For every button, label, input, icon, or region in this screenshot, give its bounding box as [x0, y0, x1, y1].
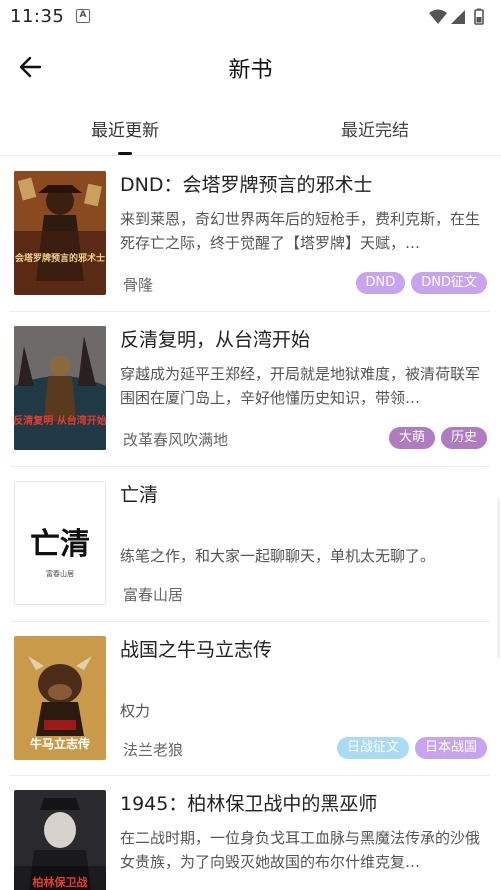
- book-author: 富春山居: [123, 586, 184, 604]
- status-time: 11:35: [10, 6, 65, 27]
- tab-label: 最近更新: [91, 121, 159, 141]
- book-list[interactable]: 会塔罗牌预言的邪术士 DND：会塔罗牌预言的邪术士 来到莱恩，奇幻世界两年后的短…: [0, 156, 501, 890]
- tag-badge[interactable]: 日战征文: [336, 737, 409, 759]
- tab-recent-updates[interactable]: 最近更新: [0, 100, 250, 156]
- scrollbar[interactable]: [497, 498, 500, 658]
- tag-badge[interactable]: DND: [355, 272, 406, 294]
- book-description: 来到莱恩，奇幻世界两年后的短枪手，费利克斯，在生死存亡之际，终于觉醒了【塔罗牌】…: [120, 210, 481, 252]
- tab-bar: 最近更新 最近完结: [0, 100, 501, 156]
- book-author: 改革春风吹满地: [123, 431, 229, 449]
- tag-badge[interactable]: DND征文: [411, 272, 487, 294]
- book-cover: 反清复明 从台湾开始: [14, 326, 106, 450]
- tag-badge[interactable]: 大萌: [388, 427, 435, 449]
- book-cover: 亡清 富春山居: [14, 481, 106, 605]
- tag-badge[interactable]: 历史: [440, 427, 487, 449]
- book-title: DND：会塔罗牌预言的邪术士: [120, 174, 373, 196]
- book-item[interactable]: 反清复明 从台湾开始 反清复明，从台湾开始 穿越成为延平王郑经，开局就是地狱难度…: [0, 311, 501, 466]
- book-tags: DND DND征文: [355, 272, 487, 294]
- book-cover: 牛马立志传: [14, 636, 106, 760]
- tab-recently-completed[interactable]: 最近完结: [250, 100, 500, 156]
- book-item[interactable]: 牛马立志传 战国之牛马立志传 权力 法兰老狼 日战征文 日本战国: [0, 621, 501, 776]
- app-bar: 新书: [0, 34, 501, 100]
- notification-icon: A: [76, 9, 90, 23]
- book-item[interactable]: 会塔罗牌预言的邪术士 DND：会塔罗牌预言的邪术士 来到莱恩，奇幻世界两年后的短…: [0, 156, 501, 311]
- svg-text:富春山居: 富春山居: [46, 569, 74, 578]
- book-tags: 日战征文 日本战国: [336, 737, 487, 759]
- book-description: 穿越成为延平王郑经，开局就是地狱难度，被清荷联军围困在厦门岛上，辛好他懂历史知识…: [120, 365, 481, 407]
- tag-badge[interactable]: 日本战国: [414, 737, 487, 759]
- book-title: 亡清: [120, 484, 159, 506]
- book-title: 反清复明，从台湾开始: [120, 329, 311, 351]
- book-cover: 柏林保卫战: [14, 790, 106, 890]
- battery-icon: [474, 8, 484, 25]
- book-item[interactable]: 亡清 富春山居 亡清 练笔之作，和大家一起聊聊天，单机太无聊了。 富春山居: [0, 466, 501, 621]
- status-bar: 11:35 A: [0, 0, 501, 34]
- signal-icon: [451, 10, 465, 24]
- svg-text:反清复明 从台湾开始: 反清复明 从台湾开始: [14, 414, 106, 427]
- book-cover: 会塔罗牌预言的邪术士: [14, 171, 106, 295]
- book-author: 法兰老狼: [123, 741, 184, 759]
- svg-text:会塔罗牌预言的邪术士: 会塔罗牌预言的邪术士: [15, 252, 105, 264]
- book-description: 权力: [120, 702, 151, 720]
- status-icons: [429, 8, 484, 25]
- tab-label: 最近完结: [341, 121, 409, 141]
- book-description: 练笔之作，和大家一起聊聊天，单机太无聊了。: [120, 547, 436, 565]
- svg-text:亡清: 亡清: [30, 527, 90, 562]
- book-title: 战国之牛马立志传: [120, 639, 273, 661]
- page-title: 新书: [228, 58, 273, 83]
- book-item[interactable]: 柏林保卫战 1945：柏林保卫战中的黑巫师 在二战时期，一位身负戈耳工血脉与黑魔…: [0, 775, 501, 890]
- book-title: 1945：柏林保卫战中的黑巫师: [120, 793, 378, 815]
- book-tags: 大萌 历史: [388, 427, 487, 449]
- svg-text:柏林保卫战: 柏林保卫战: [33, 875, 88, 889]
- book-description: 在二战时期，一位身负戈耳工血脉与黑魔法传承的沙俄女贵族，为了向毁灭她故国的布尔什…: [120, 829, 481, 871]
- book-author: 骨隆: [123, 276, 154, 294]
- svg-text:牛马立志传: 牛马立志传: [30, 736, 90, 751]
- wifi-icon: [429, 9, 447, 24]
